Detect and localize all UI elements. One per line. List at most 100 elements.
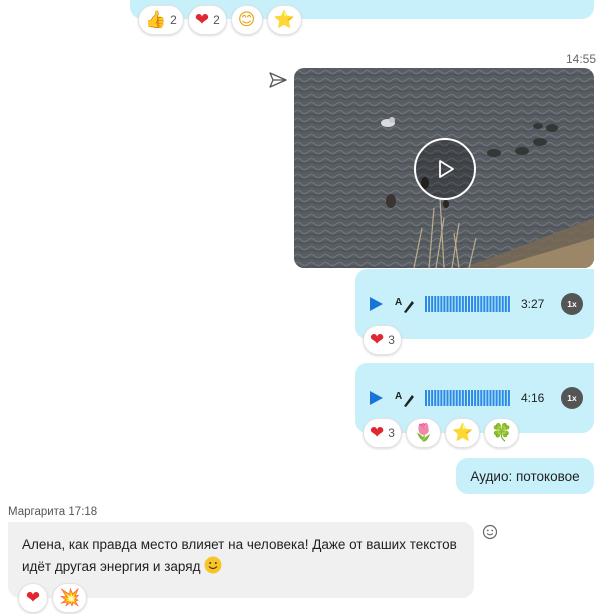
message-text-line: Алена, как правда место влияет на челове… — [22, 537, 457, 552]
waveform-bar — [495, 296, 498, 312]
waveform-bar — [507, 296, 510, 312]
waveform-bar — [455, 390, 458, 406]
reaction-heart[interactable]: ❤ — [18, 583, 48, 613]
waveform-bar — [431, 390, 434, 406]
message-text-line: идёт другая энергия и заряд — [22, 556, 460, 578]
transcribe-icon[interactable]: A — [395, 388, 415, 408]
waveform-bar — [474, 390, 477, 406]
waveform-bar — [504, 390, 507, 406]
reactions-top: 👍 2 ❤ 2 😊 ⭐ — [138, 5, 302, 35]
waveform-bar — [483, 296, 486, 312]
heart-icon: ❤ — [194, 9, 210, 30]
reaction-heart[interactable]: ❤ 3 — [363, 325, 402, 355]
reaction-heart[interactable]: ❤ 3 — [363, 418, 402, 448]
waveform-bar — [428, 390, 431, 406]
waveform-bar — [486, 296, 489, 312]
waveform-bar — [504, 296, 507, 312]
waveform-bar — [449, 390, 452, 406]
outgoing-text-message: Аудио: потоковое — [456, 458, 594, 494]
waveform-bar — [455, 296, 458, 312]
waveform-bar — [480, 390, 483, 406]
waveform-bar — [483, 390, 486, 406]
message-sender: Маргарита 17:18 — [8, 506, 97, 518]
audio-waveform[interactable] — [425, 295, 511, 313]
video-attachment[interactable] — [294, 68, 594, 268]
reaction-clover[interactable]: 🍀 — [484, 418, 520, 448]
waveform-bar — [464, 390, 467, 406]
reaction-tulip[interactable]: 🌷 — [405, 418, 442, 448]
video-play-button[interactable] — [414, 138, 476, 200]
waveform-bar — [495, 390, 498, 406]
waveform-bar — [428, 296, 431, 312]
waveform-bar — [467, 296, 470, 312]
waveform-bar — [498, 296, 501, 312]
reaction-star[interactable]: ⭐ — [445, 418, 481, 448]
reactions-incoming: ❤ 💥 — [18, 583, 88, 613]
audio-waveform[interactable] — [425, 389, 511, 407]
play-icon — [439, 160, 454, 178]
sender-name: Маргарита — [8, 506, 66, 518]
add-reaction-icon[interactable] — [482, 524, 498, 540]
smile-emoji-icon — [204, 556, 222, 574]
heart-icon: ❤ — [370, 329, 385, 350]
waveform-bar — [474, 296, 477, 312]
transcribe-icon[interactable]: A — [395, 294, 415, 314]
waveform-bar — [443, 390, 446, 406]
waveform-bar — [452, 296, 455, 312]
waveform-bar — [489, 390, 492, 406]
reaction-star[interactable]: ⭐ — [266, 5, 302, 35]
waveform-bar — [489, 296, 492, 312]
thumbs-up-icon: 👍 — [145, 9, 167, 30]
play-icon[interactable] — [367, 295, 385, 313]
waveform-bar — [437, 390, 440, 406]
clover-icon: 🍀 — [491, 422, 513, 443]
playback-speed-button[interactable]: 1x — [561, 387, 583, 409]
waveform-bar — [458, 390, 461, 406]
waveform-bar — [471, 296, 474, 312]
reaction-count: 3 — [388, 426, 395, 440]
collision-icon: 💥 — [59, 587, 81, 608]
star-icon: ⭐ — [452, 422, 474, 443]
waveform-bar — [467, 390, 470, 406]
waveform-bar — [492, 296, 495, 312]
play-icon[interactable] — [367, 389, 385, 407]
waveform-bar — [477, 296, 480, 312]
reaction-collision[interactable]: 💥 — [52, 583, 88, 613]
reaction-heart[interactable]: ❤ 2 — [187, 5, 227, 35]
waveform-bar — [434, 296, 437, 312]
waveform-bar — [449, 296, 452, 312]
waveform-bar — [501, 296, 504, 312]
tulip-icon: 🌷 — [412, 422, 435, 443]
reaction-count: 2 — [213, 13, 220, 27]
waveform-bar — [434, 390, 437, 406]
waveform-bar — [477, 390, 480, 406]
forward-icon[interactable] — [268, 70, 288, 90]
waveform-bar — [461, 390, 464, 406]
waveform-bar — [440, 296, 443, 312]
reaction-count: 3 — [388, 333, 395, 347]
waveform-bar — [501, 390, 504, 406]
audio-duration: 4:16 — [521, 391, 545, 405]
star-icon: ⭐ — [273, 9, 295, 30]
reaction-thumbs-up[interactable]: 👍 2 — [138, 5, 184, 35]
svg-text:A: A — [395, 391, 402, 402]
waveform-bar — [437, 296, 440, 312]
reaction-smile[interactable]: 😊 — [230, 5, 263, 35]
svg-text:A: A — [395, 297, 402, 308]
playback-speed-button[interactable]: 1x — [561, 293, 583, 315]
waveform-bar — [507, 390, 510, 406]
waveform-bar — [440, 390, 443, 406]
heart-icon: ❤ — [370, 422, 385, 443]
waveform-bar — [431, 296, 434, 312]
waveform-bar — [461, 296, 464, 312]
waveform-bar — [480, 296, 483, 312]
waveform-bar — [471, 390, 474, 406]
message-text: идёт другая энергия и заряд — [22, 559, 201, 574]
waveform-bar — [492, 390, 495, 406]
audio-duration: 3:27 — [521, 297, 545, 311]
waveform-bar — [458, 296, 461, 312]
message-time: 17:18 — [68, 506, 98, 518]
waveform-bar — [464, 296, 467, 312]
heart-icon: ❤ — [25, 587, 41, 608]
reactions-audio-1: ❤ 3 — [363, 325, 402, 355]
